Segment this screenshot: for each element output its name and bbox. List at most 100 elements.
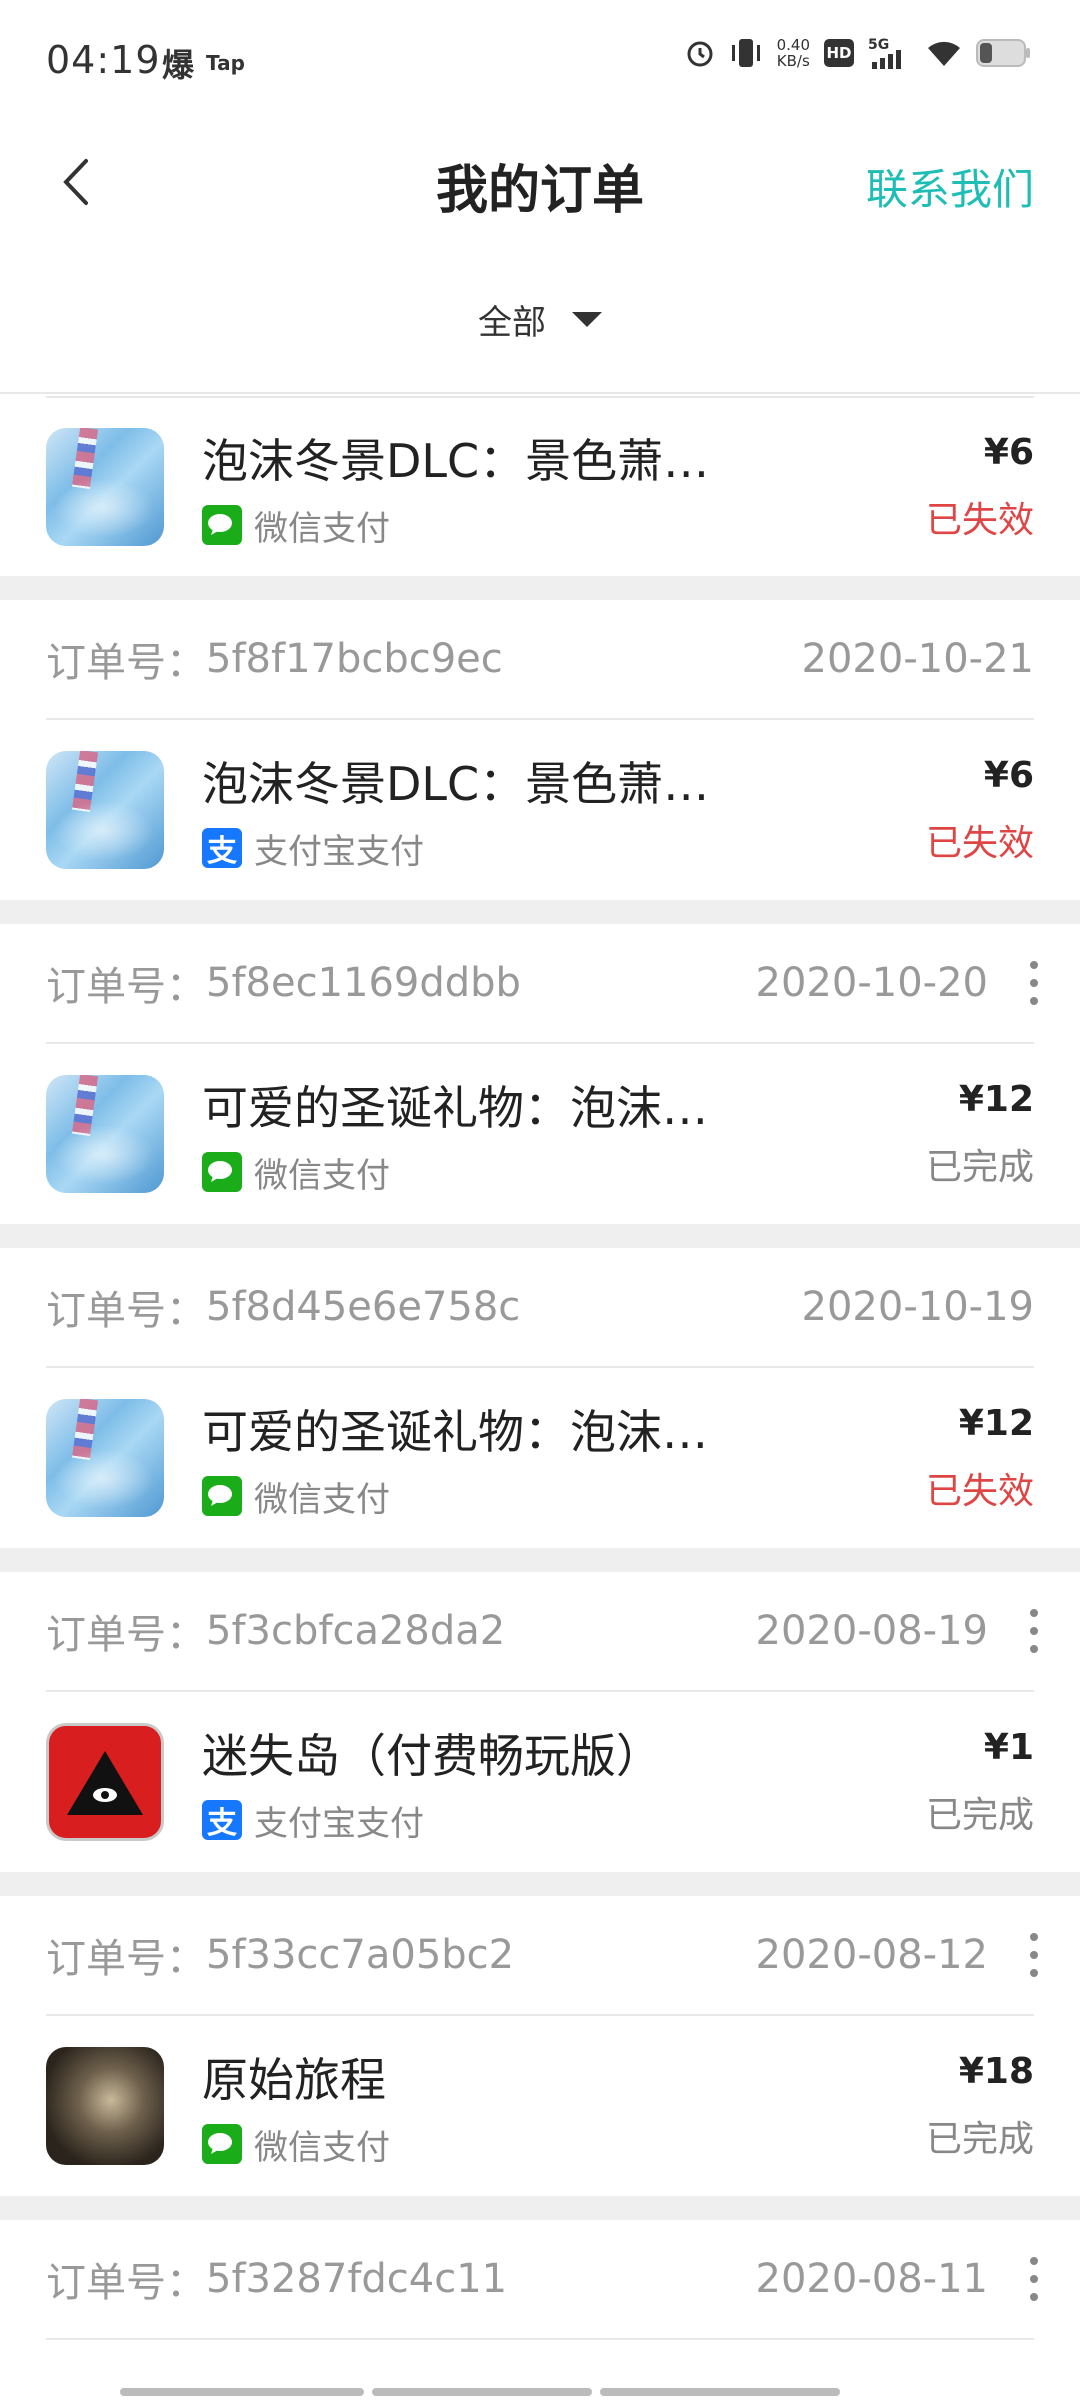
contact-us-link[interactable]: 联系我们: [866, 156, 1034, 217]
order-info: 迷失岛（付费畅玩版） 支 支付宝支付: [202, 1720, 926, 1845]
header: 我的订单 联系我们: [0, 118, 1080, 246]
net-speed: 0.40 KB/s: [777, 37, 810, 69]
order-id: 5f3cbfca28da2: [206, 1608, 506, 1654]
order-price: ¥12: [958, 1078, 1034, 1120]
order-body[interactable]: 原始旅程 微信支付 ¥18 已完成: [46, 2016, 1034, 2196]
payment-method: 微信支付: [202, 501, 926, 550]
order-right: ¥18 已完成: [926, 2051, 1034, 2162]
order-id-label: 订单号：: [46, 640, 206, 686]
scroll-segment: [600, 2388, 840, 2396]
net-speed-unit: KB/s: [776, 52, 810, 70]
order-separator: [0, 900, 1080, 924]
game-name: 原始旅程: [202, 2052, 386, 2107]
more-options-button[interactable]: [1016, 2249, 1052, 2309]
net-speed-value: 0.40: [776, 36, 810, 54]
order-head: 订单号： 5f8d45e6e758c 2020-10-19: [46, 1248, 1034, 1368]
game-thumbnail: [46, 1075, 164, 1193]
order-body[interactable]: 迷失岛（付费畅玩版） 支 支付宝支付 ¥1 已完成: [46, 1692, 1034, 1872]
more-options-button[interactable]: [1016, 953, 1052, 1013]
order-head: 订单号： 5f8f17bcbc9ec 2020-10-21: [46, 600, 1034, 720]
order-list: 泡沫冬景DLC：景色萧瑟的冬日 微信支付 ¥6 已失效 订单号： 5f8f17b…: [0, 396, 1080, 2340]
payment-text: 微信支付: [254, 508, 390, 549]
order-card[interactable]: 泡沫冬景DLC：景色萧瑟的冬日 微信支付 ¥6 已失效: [0, 396, 1080, 576]
game-name: 可爱的圣诞礼物：泡沫冬景: [202, 1080, 742, 1135]
filter-label: 全部: [478, 302, 546, 343]
game-thumbnail: [46, 428, 164, 546]
order-body[interactable]: 可爱的圣诞礼物：泡沫冬景 微信支付 ¥12 已完成: [46, 1044, 1034, 1224]
order-head: 订单号： 5f33cc7a05bc2 2020-08-12: [46, 1896, 1038, 2016]
order-id-label: 订单号：: [46, 964, 206, 1010]
order-status: 已失效: [925, 822, 1034, 864]
order-price: ¥18: [958, 2050, 1034, 2092]
wechat-pay-icon: [202, 1476, 242, 1516]
order-status: 已失效: [925, 1470, 1034, 1512]
order-card[interactable]: 订单号： 5f33cc7a05bc2 2020-08-12 原始旅程 微信支付 …: [0, 1896, 1080, 2196]
status-right-icons: 0.40 KB/s HD 5G: [685, 36, 1032, 70]
order-date: 2020-10-19: [801, 1284, 1034, 1330]
order-card[interactable]: 订单号： 5f3287fdc4c11 2020-08-11: [0, 2220, 1080, 2340]
order-price: ¥6: [983, 431, 1034, 473]
order-card[interactable]: 订单号： 5f3cbfca28da2 2020-08-19 迷失岛（付费畅玩版）…: [0, 1572, 1080, 1872]
order-card[interactable]: 订单号： 5f8ec1169ddbb 2020-10-20 可爱的圣诞礼物：泡沫…: [0, 924, 1080, 1224]
wechat-pay-icon: [202, 505, 242, 545]
order-card[interactable]: 订单号： 5f8f17bcbc9ec 2020-10-21 泡沫冬景DLC：景色…: [0, 600, 1080, 900]
order-head: 订单号： 5f8ec1169ddbb 2020-10-20: [46, 924, 1038, 1044]
payment-method: 支 支付宝支付: [202, 1796, 926, 1845]
order-id: 5f8f17bcbc9ec: [206, 636, 503, 682]
wechat-pay-icon: [202, 1152, 242, 1192]
order-price: ¥12: [958, 1402, 1034, 1444]
order-separator: [0, 576, 1080, 600]
taptap-app-icon: Tap: [206, 51, 245, 75]
more-options-button[interactable]: [1016, 1925, 1052, 1985]
order-id-label: 订单号：: [46, 2260, 206, 2306]
status-left-icons: 爆 Tap: [162, 40, 245, 86]
order-id: 5f33cc7a05bc2: [206, 1932, 515, 1978]
payment-method: 支 支付宝支付: [202, 824, 926, 873]
payment-text: 微信支付: [254, 2127, 390, 2168]
order-status: 已完成: [925, 2118, 1034, 2160]
order-info: 原始旅程 微信支付: [202, 2044, 926, 2169]
payment-text: 支付宝支付: [254, 1803, 424, 1844]
order-status: 已失效: [925, 499, 1034, 541]
alipay-icon: 支: [202, 828, 242, 869]
order-right: ¥6 已失效: [926, 755, 1034, 866]
order-card[interactable]: 订单号： 5f8d45e6e758c 2020-10-19 可爱的圣诞礼物：泡沫…: [0, 1248, 1080, 1548]
payment-text: 微信支付: [254, 1479, 390, 1520]
more-options-button[interactable]: [1016, 1601, 1052, 1661]
order-right: ¥12 已失效: [926, 1403, 1034, 1514]
order-date: 2020-10-20: [755, 960, 988, 1006]
signal-5g-icon: 5G: [868, 37, 901, 69]
caret-down-icon: [572, 311, 602, 327]
order-status: 已完成: [925, 1146, 1034, 1188]
order-head: 订单号： 5f3cbfca28da2 2020-08-19: [46, 1572, 1038, 1692]
order-id: 5f8d45e6e758c: [206, 1284, 521, 1330]
order-status: 已完成: [925, 1794, 1034, 1836]
payment-method: 微信支付: [202, 1148, 926, 1197]
order-body[interactable]: 泡沫冬景DLC：景色萧瑟的冬日 支 支付宝支付 ¥6 已失效: [46, 720, 1034, 900]
filter-dropdown[interactable]: 全部: [0, 246, 1080, 394]
wifi-icon: [928, 41, 960, 66]
order-body[interactable]: 可爱的圣诞礼物：泡沫冬景 微信支付 ¥12 已失效: [46, 1368, 1034, 1548]
game-name: 泡沫冬景DLC：景色萧瑟的冬日: [202, 433, 742, 488]
payment-method: 微信支付: [202, 1472, 926, 1521]
order-body[interactable]: 泡沫冬景DLC：景色萧瑟的冬日 微信支付 ¥6 已失效: [46, 396, 1034, 576]
order-id-label: 订单号：: [46, 1288, 206, 1334]
order-date: 2020-08-12: [755, 1932, 988, 1978]
payment-text: 微信支付: [254, 1155, 390, 1196]
order-info: 泡沫冬景DLC：景色萧瑟的冬日 微信支付: [202, 425, 926, 550]
order-date: 2020-08-11: [755, 2256, 988, 2302]
wechat-pay-icon: [202, 2124, 242, 2164]
order-id: 5f3287fdc4c11: [206, 2256, 508, 2302]
scroll-segment: [120, 2388, 364, 2396]
eye-triangle-icon: [67, 1751, 143, 1815]
game-name: 泡沫冬景DLC：景色萧瑟的冬日: [202, 756, 742, 811]
alarm-icon: [687, 41, 713, 67]
alipay-icon: 支: [202, 1800, 242, 1841]
vibrate-icon: [731, 39, 760, 67]
order-separator: [0, 1224, 1080, 1248]
status-time: 04:19: [46, 38, 161, 82]
order-separator: [0, 1548, 1080, 1572]
status-bar: 04:19 爆 Tap 0.40 KB/s HD 5G: [0, 0, 1080, 118]
order-separator: [0, 1872, 1080, 1896]
order-id-label: 订单号：: [46, 1612, 206, 1658]
